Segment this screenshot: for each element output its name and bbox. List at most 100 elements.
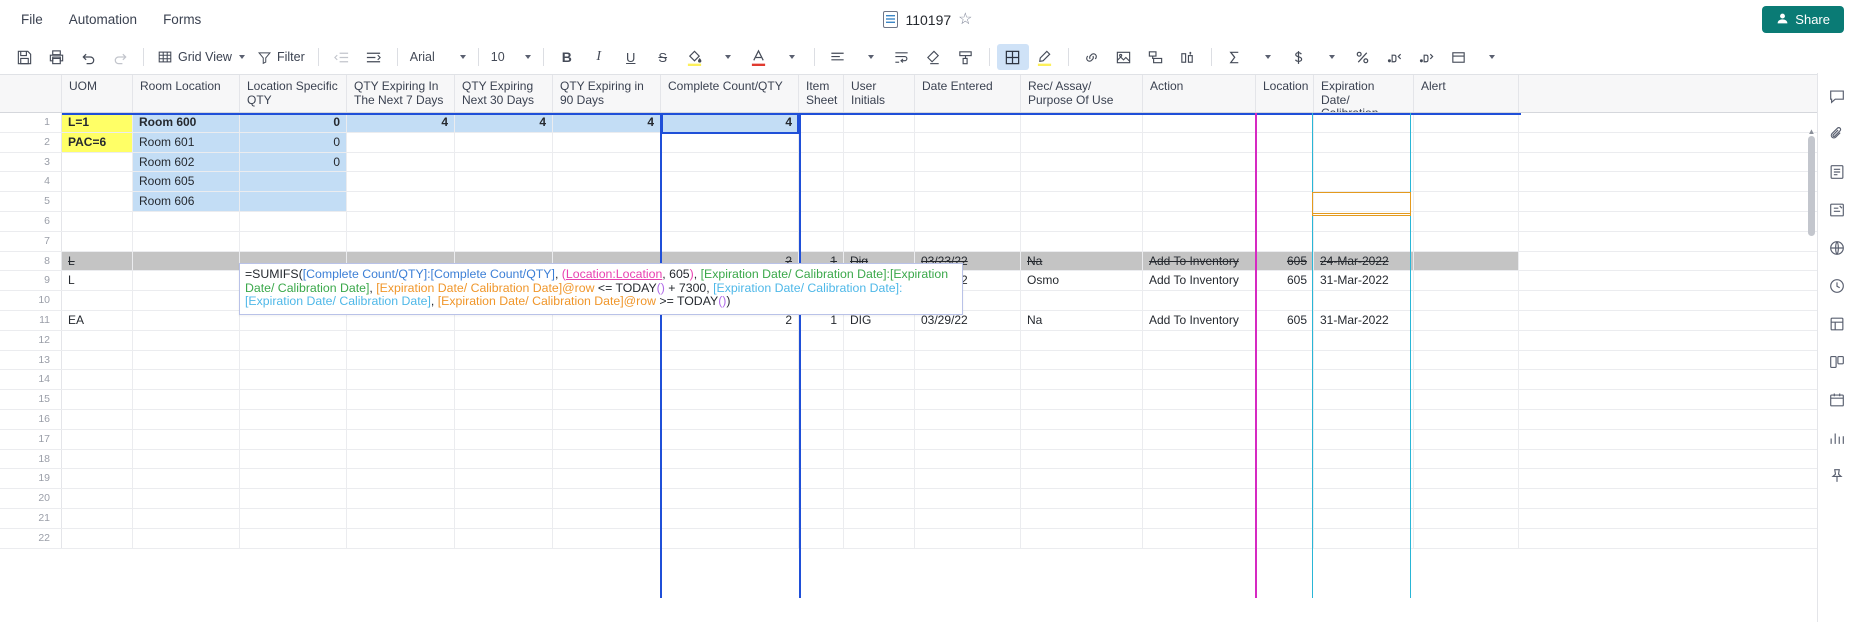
- table-cell[interactable]: [1256, 370, 1314, 390]
- table-cell[interactable]: [661, 330, 799, 350]
- table-cell[interactable]: [1314, 409, 1414, 429]
- table-cell[interactable]: 0: [240, 113, 347, 132]
- table-cell[interactable]: [133, 489, 240, 508]
- table-cell[interactable]: [62, 508, 133, 528]
- table-cell[interactable]: Room 606: [133, 192, 240, 211]
- menu-item-file[interactable]: File: [10, 7, 54, 32]
- table-cell[interactable]: [240, 429, 347, 449]
- table-cell[interactable]: [553, 330, 661, 350]
- column-header[interactable]: Action: [1143, 75, 1256, 112]
- table-cell[interactable]: [844, 409, 915, 429]
- table-cell[interactable]: [661, 172, 799, 192]
- table-cell[interactable]: [133, 429, 240, 449]
- history-icon[interactable]: [1825, 273, 1850, 298]
- table-cell[interactable]: [553, 370, 661, 390]
- table-cell[interactable]: [1314, 390, 1414, 409]
- italic-button[interactable]: I: [583, 44, 615, 70]
- table-cell[interactable]: [1414, 172, 1519, 192]
- table-cell[interactable]: [844, 528, 915, 548]
- table-cell[interactable]: [799, 469, 844, 489]
- table-cell[interactable]: [1256, 211, 1314, 231]
- currency-icon[interactable]: [1283, 44, 1315, 70]
- pin-icon[interactable]: [1825, 463, 1850, 488]
- table-cell[interactable]: [844, 211, 915, 231]
- table-cell[interactable]: [133, 409, 240, 429]
- highlight-icon[interactable]: [1029, 44, 1061, 70]
- table-cell[interactable]: [661, 429, 799, 449]
- summary-icon[interactable]: [1825, 311, 1850, 336]
- table-cell[interactable]: [844, 469, 915, 489]
- align-left-icon[interactable]: [822, 44, 854, 70]
- indent-increase-icon[interactable]: [358, 44, 390, 70]
- table-cell[interactable]: [1143, 390, 1256, 409]
- column-header[interactable]: User Initials: [844, 75, 915, 112]
- menu-item-automation[interactable]: Automation: [58, 7, 148, 32]
- table-cell[interactable]: [915, 528, 1021, 548]
- table-cell[interactable]: [661, 350, 799, 370]
- table-cell[interactable]: [1256, 350, 1314, 370]
- table-cell[interactable]: [1143, 528, 1256, 548]
- table-cell[interactable]: [553, 429, 661, 449]
- table-cell[interactable]: Room 605: [133, 172, 240, 192]
- table-cell[interactable]: [844, 231, 915, 251]
- table-cell[interactable]: [1021, 291, 1143, 310]
- table-cell[interactable]: [455, 469, 553, 489]
- conversations-icon[interactable]: [1825, 83, 1850, 108]
- table-row[interactable]: 2 PAC=6 Room 601 0: [0, 132, 1856, 153]
- attachments-icon[interactable]: [1825, 121, 1850, 146]
- table-cell[interactable]: [661, 370, 799, 390]
- table-cell[interactable]: [347, 152, 455, 172]
- table-cell[interactable]: [1414, 508, 1519, 528]
- table-cell[interactable]: [1021, 390, 1143, 409]
- table-row[interactable]: 3 Room 602 0: [0, 152, 1856, 173]
- table-cell[interactable]: [1256, 132, 1314, 152]
- grid-view-selector[interactable]: Grid View: [151, 44, 251, 70]
- table-cell[interactable]: [240, 211, 347, 231]
- table-cell[interactable]: [844, 152, 915, 172]
- table-cell[interactable]: [915, 113, 1021, 132]
- table-cell[interactable]: [133, 449, 240, 469]
- table-cell[interactable]: [553, 132, 661, 152]
- table-cell[interactable]: [347, 508, 455, 528]
- table-cell[interactable]: [1256, 192, 1314, 211]
- table-cell[interactable]: [844, 390, 915, 409]
- table-cell[interactable]: [915, 231, 1021, 251]
- table-cell[interactable]: [240, 350, 347, 370]
- table-cell[interactable]: [553, 152, 661, 172]
- column-header[interactable]: Rec/ Assay/ Purpose Of Use: [1021, 75, 1143, 112]
- vertical-scrollbar[interactable]: ▲: [1807, 128, 1816, 522]
- table-cell[interactable]: [1414, 330, 1519, 350]
- table-cell[interactable]: [1414, 449, 1519, 469]
- table-cell[interactable]: [915, 330, 1021, 350]
- format-painter-icon[interactable]: [950, 44, 982, 70]
- table-cell[interactable]: [240, 469, 347, 489]
- table-cell[interactable]: Add To Inventory: [1143, 271, 1256, 291]
- table-cell[interactable]: [347, 231, 455, 251]
- table-cell[interactable]: [455, 429, 553, 449]
- table-cell[interactable]: [799, 132, 844, 152]
- table-cell[interactable]: [915, 489, 1021, 508]
- column-header[interactable]: Date Entered: [915, 75, 1021, 112]
- table-cell[interactable]: [62, 152, 133, 172]
- table-cell[interactable]: [62, 370, 133, 390]
- table-row[interactable]: 21: [0, 508, 1856, 529]
- more-formats-icon[interactable]: [1443, 44, 1475, 70]
- table-cell[interactable]: 31-Mar-2022: [1314, 310, 1414, 330]
- table-cell[interactable]: [62, 211, 133, 231]
- table-cell[interactable]: [240, 489, 347, 508]
- table-cell[interactable]: 605: [1256, 310, 1314, 330]
- table-cell[interactable]: [1256, 330, 1314, 350]
- fill-color-icon[interactable]: [679, 44, 711, 70]
- table-cell[interactable]: [1143, 330, 1256, 350]
- table-cell[interactable]: [1414, 251, 1519, 271]
- table-cell[interactable]: [62, 390, 133, 409]
- table-cell[interactable]: 0: [240, 132, 347, 152]
- table-cell[interactable]: 0: [240, 152, 347, 172]
- table-cell[interactable]: [240, 528, 347, 548]
- more-formats-dropdown[interactable]: [1475, 44, 1507, 70]
- table-cell[interactable]: [799, 489, 844, 508]
- table-cell[interactable]: [915, 390, 1021, 409]
- table-row[interactable]: 22: [0, 528, 1856, 549]
- table-cell[interactable]: [1414, 528, 1519, 548]
- table-cell[interactable]: [240, 449, 347, 469]
